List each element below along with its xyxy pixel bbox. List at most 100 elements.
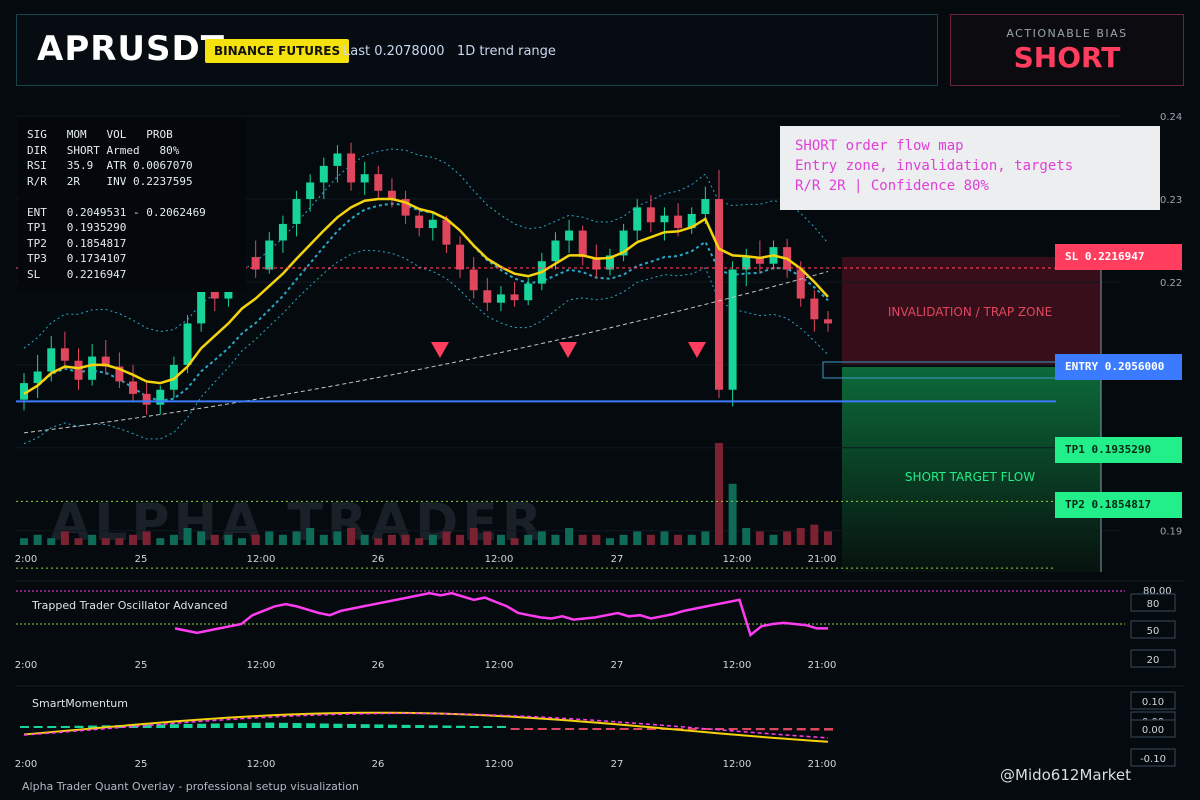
- momentum-bar: [347, 723, 357, 728]
- time-tick: 26: [372, 759, 385, 770]
- momentum-bar: [442, 725, 452, 728]
- candle-body: [156, 389, 165, 405]
- candle: [565, 219, 574, 253]
- time-tick: 26: [372, 660, 385, 671]
- candle: [251, 240, 260, 278]
- volume-bar: [646, 534, 655, 545]
- volume-bar: [347, 528, 356, 545]
- time-tick: 2:00: [15, 554, 37, 565]
- volume-bar: [101, 538, 110, 545]
- volume-bar: [129, 534, 138, 545]
- candle-body: [469, 269, 478, 291]
- volume-bar: [769, 534, 778, 545]
- time-tick: 12:00: [723, 660, 752, 671]
- entry-tag: ENTRY 0.2056000: [1055, 354, 1182, 380]
- price-axis: 0.240.230.220.210.200.19: [1160, 112, 1182, 538]
- volume-bar: [169, 534, 178, 545]
- oscillator-line: [174, 591, 828, 638]
- volume-bar: [278, 534, 287, 545]
- volume-bar: [674, 534, 683, 545]
- momentum-bar: [265, 722, 275, 728]
- volume-bar: [687, 534, 696, 545]
- momentum-bar: [728, 728, 738, 731]
- momentum-bar: [387, 724, 397, 728]
- momentum-bar: [619, 728, 629, 730]
- momentum-bar: [742, 728, 752, 731]
- candle-body: [428, 219, 437, 229]
- candle-body: [646, 207, 655, 223]
- candle: [660, 207, 669, 241]
- volume-bar: [796, 528, 805, 545]
- note-line-2: Entry zone, invalidation, targets: [795, 158, 1074, 174]
- candle-body: [565, 230, 574, 241]
- candle: [510, 281, 519, 307]
- candle-body: [292, 199, 301, 224]
- mom-time-axis: 2:00 25 12:00 26 12:00 27 12:00 21:00: [15, 759, 837, 770]
- candle: [387, 178, 396, 208]
- time-tick: 2:00: [15, 660, 37, 671]
- watermark-text: @Mido612Market: [1000, 766, 1132, 784]
- oscillator-pane: Trapped Trader Oscillator Advanced 80.00…: [15, 580, 1184, 671]
- momentum-bar: [524, 728, 534, 730]
- candle-body: [183, 323, 192, 365]
- candle: [333, 145, 342, 183]
- volume-bar: [387, 534, 396, 545]
- volume-bar: [578, 534, 587, 545]
- candle: [60, 331, 69, 370]
- momentum-bar: [306, 723, 316, 728]
- volume-bar: [783, 531, 792, 545]
- zones-layer: INVALIDATION / TRAP ZONE SHORT TARGET FL…: [842, 257, 1101, 572]
- candle-body: [810, 298, 819, 320]
- info-row: DIR SHORT Armed 80%: [27, 143, 180, 157]
- candle: [714, 170, 723, 399]
- volume-bar: [292, 531, 301, 545]
- candle: [824, 310, 832, 332]
- candle: [292, 190, 301, 237]
- price-tick: 0.22: [1160, 278, 1182, 289]
- momentum-bar: [224, 723, 234, 728]
- volume-bar: [565, 528, 574, 545]
- volume-bar: [374, 538, 383, 545]
- sell-signal-icon: [431, 342, 449, 358]
- candle-body: [374, 174, 383, 191]
- candle: [347, 142, 356, 191]
- osc-time-axis: 2:00 25 12:00 26 12:00 27 12:00 21:00: [15, 660, 837, 671]
- candle: [646, 194, 655, 233]
- volume-bar: [60, 531, 69, 545]
- candle-body: [714, 199, 723, 390]
- volume-bar: [592, 534, 601, 545]
- volume-bar: [238, 538, 247, 545]
- volume-bar: [415, 538, 424, 545]
- candle: [33, 354, 42, 399]
- candle: [374, 165, 383, 200]
- volume-bar: [755, 531, 764, 545]
- volume-bar: [810, 524, 819, 545]
- volume-bar: [319, 534, 328, 545]
- sell-signal-icon: [688, 342, 706, 358]
- volume-bar: [551, 534, 560, 545]
- momentum-bar: [333, 723, 343, 728]
- time-tick: 26: [372, 554, 385, 565]
- volume-bar: [824, 531, 832, 545]
- time-tick: 12:00: [485, 554, 514, 565]
- mom-level-label: 0.00: [1142, 725, 1164, 736]
- time-tick: 25: [135, 554, 148, 565]
- volume-bar: [483, 531, 492, 545]
- time-tick: 12:00: [247, 759, 276, 770]
- mom-level-labels: 0.100.000.00-0.10: [1130, 691, 1176, 767]
- volume-bar: [442, 531, 451, 545]
- candle-body: [129, 381, 138, 394]
- candle-body: [415, 215, 424, 229]
- candle-body: [483, 290, 492, 303]
- info-row: ENT 0.2049531 - 0.2062469: [27, 205, 206, 219]
- candle: [810, 290, 819, 332]
- candle-body: [197, 290, 206, 324]
- volume-bar: [333, 531, 342, 545]
- momentum-bar: [633, 728, 643, 730]
- info-row: TP1 0.1935290: [27, 221, 127, 234]
- candle-body: [278, 223, 287, 241]
- momentum-bar: [796, 728, 806, 731]
- candle-body: [456, 244, 465, 270]
- time-tick: 21:00: [808, 759, 837, 770]
- momentum-bar: [183, 723, 193, 728]
